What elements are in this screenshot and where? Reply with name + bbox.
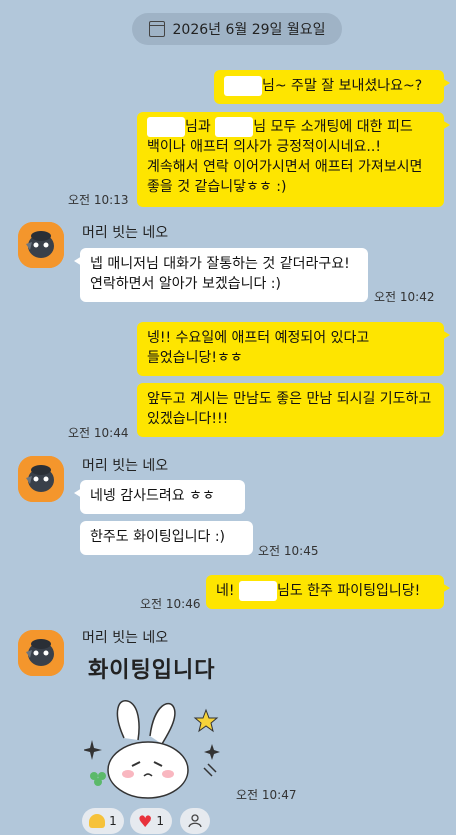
message-time: 오전 10:44	[68, 426, 129, 440]
my-message-bubble[interactable]: 님과 님 모두 소개팅에 대한 피드 백이나 애프터 의사가 긍정적이시네요..…	[137, 112, 450, 207]
my-message-bubble[interactable]: 님~ 주말 잘 보내셨나요~?	[214, 70, 450, 104]
sender-avatar[interactable]	[18, 456, 64, 502]
neo-character-icon	[18, 456, 64, 502]
heart-icon: ♥	[138, 811, 153, 831]
redacted-name	[147, 117, 185, 137]
my-message-bubble[interactable]: 앞두고 계시는 만남도 좋은 만남 되시길 기도하고 있겠습니다!!!	[137, 383, 444, 437]
message-time: 오전 10:13	[68, 193, 129, 207]
message-time: 오전 10:42	[374, 290, 435, 304]
redacted-name	[224, 76, 262, 96]
sticker[interactable]: 화이팅입니다	[84, 652, 230, 800]
my-message-bubble[interactable]: 넹!! 수요일에 애프터 예정되어 있다고 들었습니당!ㅎㅎ	[137, 322, 450, 376]
sender-name: 머리 빗는 네오	[82, 630, 169, 646]
message-time: 오전 10:46	[140, 597, 201, 611]
received-message-bubble[interactable]: 한주도 화이팅입니다 :)	[80, 521, 253, 555]
redacted-name	[215, 117, 254, 137]
date-text: 2026년 6월 29일 월요일	[172, 22, 326, 38]
my-message-bubble[interactable]: 네! 님도 한주 파이팅입니당!	[206, 575, 450, 609]
message-time: 오전 10:47	[236, 788, 297, 802]
calendar-icon	[148, 21, 165, 37]
date-divider: 2026년 6월 29일 월요일	[132, 13, 342, 45]
sender-name: 머리 빗는 네오	[82, 225, 169, 241]
person-icon	[188, 814, 202, 828]
neo-character-icon	[18, 630, 64, 676]
reaction-add[interactable]	[180, 808, 210, 834]
received-message-bubble[interactable]: 네넹 감사드려요 ㅎㅎ	[74, 480, 245, 514]
reaction-muscle[interactable]: 1	[82, 808, 124, 834]
reaction-heart[interactable]: ♥ 1	[130, 808, 172, 834]
received-message-bubble[interactable]: 넵 매니저님 대화가 잘통하는 것 같더라구요! 연락하면서 알아가 보겠습니다…	[74, 248, 368, 302]
message-time: 오전 10:45	[258, 544, 319, 558]
sender-avatar[interactable]	[18, 630, 64, 676]
neo-character-icon	[18, 222, 64, 268]
sender-name: 머리 빗는 네오	[82, 458, 169, 474]
sender-avatar[interactable]	[18, 222, 64, 268]
muscle-icon	[89, 814, 106, 828]
redacted-name	[238, 581, 277, 601]
bunny-sticker-icon	[84, 700, 220, 799]
